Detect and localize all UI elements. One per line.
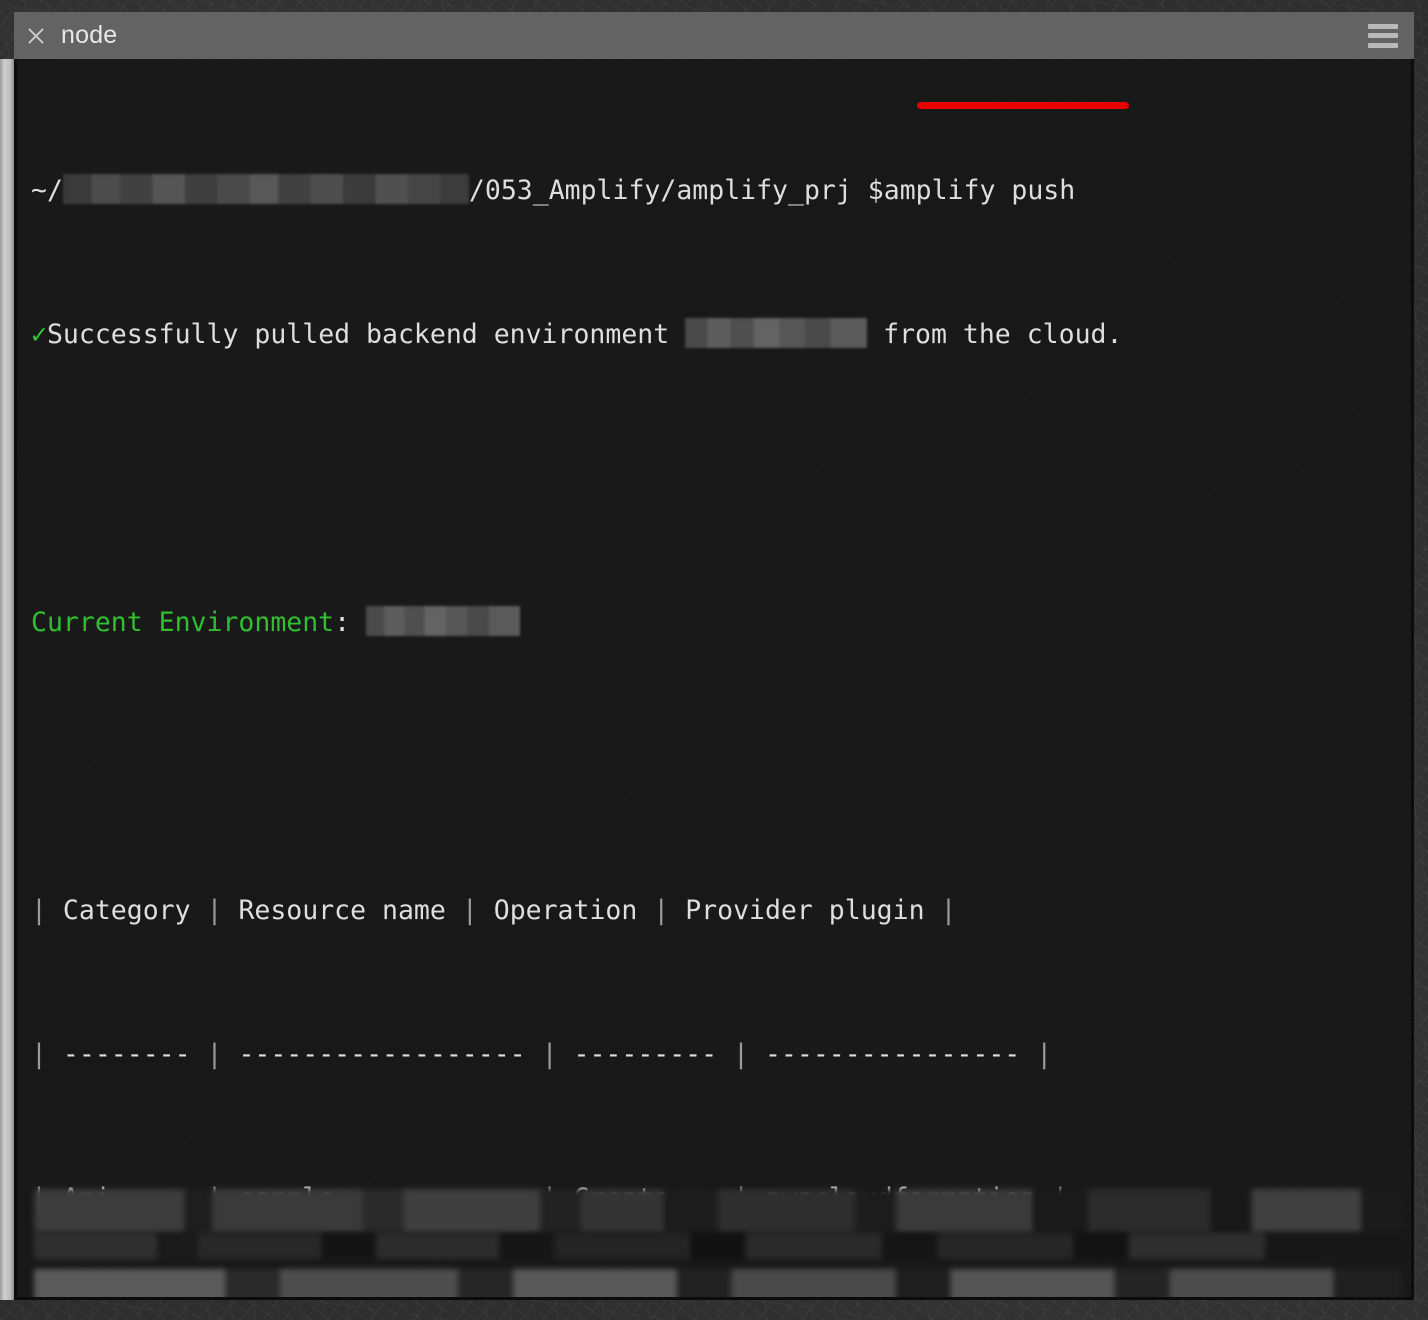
- terminal-blank-2: [31, 749, 1411, 785]
- table-header-operation: Operation: [493, 895, 638, 926]
- redacted-home-path: [62, 174, 469, 204]
- blurred-output-block: [34, 1233, 1402, 1259]
- table-divider-row: | -------- | ------------------ | ------…: [31, 1037, 1411, 1073]
- spacer-1: [350, 607, 366, 638]
- table-pipe: |: [525, 1039, 574, 1070]
- blurred-output-block: [34, 1189, 1402, 1233]
- prompt-prefix: ~/: [31, 175, 63, 206]
- table-pipe: |: [31, 895, 63, 926]
- terminal-body[interactable]: ~/ /053_Amplify/amplify_prj $amplify push…: [14, 59, 1414, 1300]
- red-underline-annotation: [917, 102, 1129, 109]
- prompt-path-suffix: /053_Amplify/amplify_prj: [468, 175, 868, 206]
- table-pipe: |: [637, 895, 686, 926]
- table-pipe: |: [31, 1039, 63, 1070]
- window-left-scrollbar[interactable]: [0, 59, 14, 1300]
- table-pipe: |: [190, 895, 239, 926]
- current-environment-label: Current Environment: [31, 607, 335, 638]
- table-divider-4: ----------------: [764, 1039, 1021, 1070]
- table-pipe: |: [717, 1039, 765, 1070]
- close-icon[interactable]: [23, 23, 49, 49]
- window-titlebar: node: [14, 12, 1414, 59]
- success-check-icon: ✓: [31, 319, 47, 350]
- table-header-row: | Category | Resource name | Operation |…: [31, 893, 1411, 929]
- redacted-current-environment: [366, 606, 521, 636]
- blurred-output-block: [34, 1269, 1402, 1297]
- table-divider-1: --------: [62, 1039, 191, 1070]
- terminal-line-prompt: ~/ /053_Amplify/amplify_prj $amplify push: [31, 173, 1411, 209]
- table-pipe: |: [924, 895, 957, 926]
- redacted-environment-name: [685, 318, 868, 348]
- table-header-resource-name: Resource name: [238, 895, 446, 926]
- hamburger-menu-icon[interactable]: [1368, 23, 1398, 48]
- table-pipe: |: [445, 895, 494, 926]
- pull-text-after: from the cloud.: [867, 319, 1123, 350]
- terminal-line-pull-status: ✓Successfully pulled backend environment…: [31, 317, 1411, 353]
- terminal-line-current-env: Current Environment:: [31, 605, 1411, 641]
- table-pipe: |: [190, 1039, 239, 1070]
- screenshot-root: node ~/ /053_Amplify/amplify_prj $amplify…: [0, 0, 1428, 1320]
- table-divider-3: ---------: [573, 1039, 718, 1070]
- pull-text-before: Successfully pulled backend environment: [46, 319, 686, 350]
- current-environment-separator: :: [334, 607, 351, 638]
- shell-command: $amplify push: [867, 175, 1076, 206]
- terminal-output: ~/ /053_Amplify/amplify_prj $amplify push…: [17, 59, 1411, 1297]
- table-pipe: |: [1020, 1039, 1053, 1070]
- window-title: node: [61, 21, 118, 49]
- table-header-category: Category: [62, 895, 191, 926]
- table-header-provider-plugin: Provider plugin: [685, 895, 925, 926]
- terminal-blank-1: [31, 461, 1411, 497]
- table-divider-2: ------------------: [238, 1039, 526, 1070]
- terminal-window: node ~/ /053_Amplify/amplify_prj $amplify…: [0, 12, 1414, 1300]
